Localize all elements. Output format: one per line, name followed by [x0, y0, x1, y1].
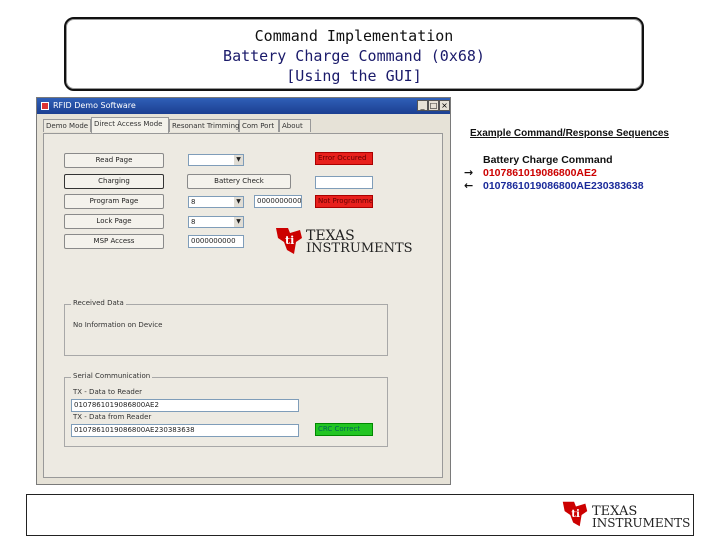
slide-footer: ti TEXAS INSTRUMENTS	[26, 494, 694, 536]
footer-logo-line-2: INSTRUMENTS	[592, 516, 691, 530]
svg-text:ti: ti	[285, 234, 294, 247]
status-error-field: Error Occured	[315, 152, 373, 165]
example-command-label: Battery Charge Command	[483, 154, 613, 166]
read-page-button[interactable]: Read Page	[64, 153, 164, 168]
tab-demo-mode[interactable]: Demo Mode	[43, 119, 91, 132]
ti-state-icon: ti	[276, 228, 302, 254]
chevron-down-icon[interactable]: ▼	[234, 217, 243, 227]
tx-data-field: 0107861019086800AE2	[71, 399, 299, 412]
chevron-down-icon[interactable]: ▼	[234, 155, 243, 165]
ti-logo-line-2: INSTRUMENTS	[306, 241, 413, 256]
status-blank-field	[315, 176, 373, 189]
tx-label: TX - Data to Reader	[73, 388, 143, 396]
lock-page-button[interactable]: Lock Page	[64, 214, 164, 229]
tab-direct-access-mode[interactable]: Direct Access Mode	[91, 117, 169, 133]
app-icon	[41, 102, 49, 110]
example-request: 0107861019086800AE2	[483, 167, 597, 179]
serial-communication-label: Serial Communication	[71, 372, 153, 380]
close-button[interactable]: ×	[439, 100, 450, 111]
read-page-select[interactable]: ▼	[188, 154, 244, 166]
arrow-left-icon: ←	[464, 179, 474, 192]
msp-access-button[interactable]: MSP Access	[64, 234, 164, 249]
window-title: RFID Demo Software	[53, 101, 136, 110]
tab-com-port[interactable]: Com Port	[239, 119, 279, 132]
lock-page-select[interactable]: 8 ▼	[188, 216, 244, 228]
app-window: RFID Demo Software _ □ × Demo Mode Direc…	[36, 97, 451, 485]
slide-title: Command Implementation Battery Charge Co…	[64, 17, 644, 91]
title-line-2: Battery Charge Command (0x68)	[223, 47, 485, 65]
rx-label: TX - Data from Reader	[73, 413, 152, 421]
received-data-label: Received Data	[71, 299, 126, 307]
program-page-button[interactable]: Program Page	[64, 194, 164, 209]
title-line-3: [Using the GUI]	[286, 67, 422, 85]
rx-data-field: 0107861019086800AE230383638	[71, 424, 299, 437]
program-data-input[interactable]: 0000000000	[254, 195, 302, 208]
minimize-button[interactable]: _	[417, 100, 428, 111]
direct-access-panel: Read Page Charging Program Page Lock Pag…	[43, 133, 443, 478]
example-response: 0107861019086800AE230383638	[483, 180, 644, 192]
chevron-down-icon[interactable]: ▼	[234, 197, 243, 207]
ti-logo: ti TEXAS INSTRUMENTS	[272, 224, 413, 262]
charging-button[interactable]: Charging	[64, 174, 164, 189]
status-not-programmed-field: Not Programmed	[315, 195, 373, 208]
program-page-select[interactable]: 8 ▼	[188, 196, 244, 208]
example-heading: Example Command/Response Sequences	[470, 128, 669, 139]
received-data-group: Received Data No Information on Device	[64, 299, 388, 356]
maximize-button[interactable]: □	[428, 100, 439, 111]
tab-about[interactable]: About	[279, 119, 311, 132]
svg-text:ti: ti	[571, 508, 580, 520]
footer-ti-logo: ti TEXAS INSTRUMENTS	[559, 498, 690, 534]
crc-status-badge: CRC Correct	[315, 423, 373, 436]
received-data-text: No Information on Device	[73, 321, 163, 329]
window-titlebar: RFID Demo Software _ □ ×	[37, 98, 450, 114]
title-line-1: Command Implementation	[254, 27, 454, 45]
tab-resonant-trimming[interactable]: Resonant Trimming	[169, 119, 239, 132]
msp-data-input[interactable]: 0000000000	[188, 235, 244, 248]
battery-check-button[interactable]: Battery Check	[187, 174, 291, 189]
serial-communication-group: Serial Communication TX - Data to Reader…	[64, 372, 388, 447]
ti-state-icon: ti	[562, 501, 588, 527]
arrow-right-icon: →	[464, 166, 474, 179]
